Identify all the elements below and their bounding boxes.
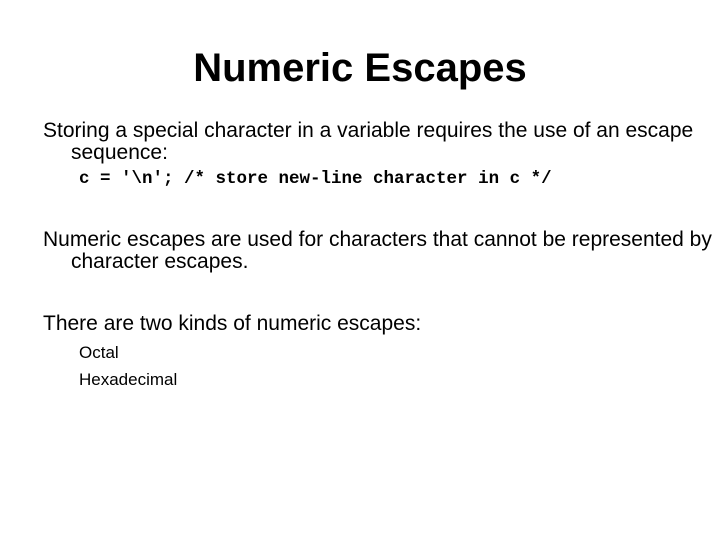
- slide: Numeric Escapes Storing a special charac…: [0, 0, 720, 540]
- sub-item-hexadecimal: Hexadecimal: [79, 370, 178, 389]
- bullet-paragraph: There are two kinds of numeric escapes:: [43, 312, 422, 335]
- bullet-paragraph: Storing a special character in a variabl…: [43, 119, 694, 164]
- bullet-paragraph: Numeric escapes are used for characters …: [43, 228, 712, 273]
- code-example: c = '\n'; /* store new-line character in…: [79, 169, 552, 189]
- slide-title: Numeric Escapes: [193, 46, 527, 90]
- sub-item-octal: Octal: [79, 343, 119, 362]
